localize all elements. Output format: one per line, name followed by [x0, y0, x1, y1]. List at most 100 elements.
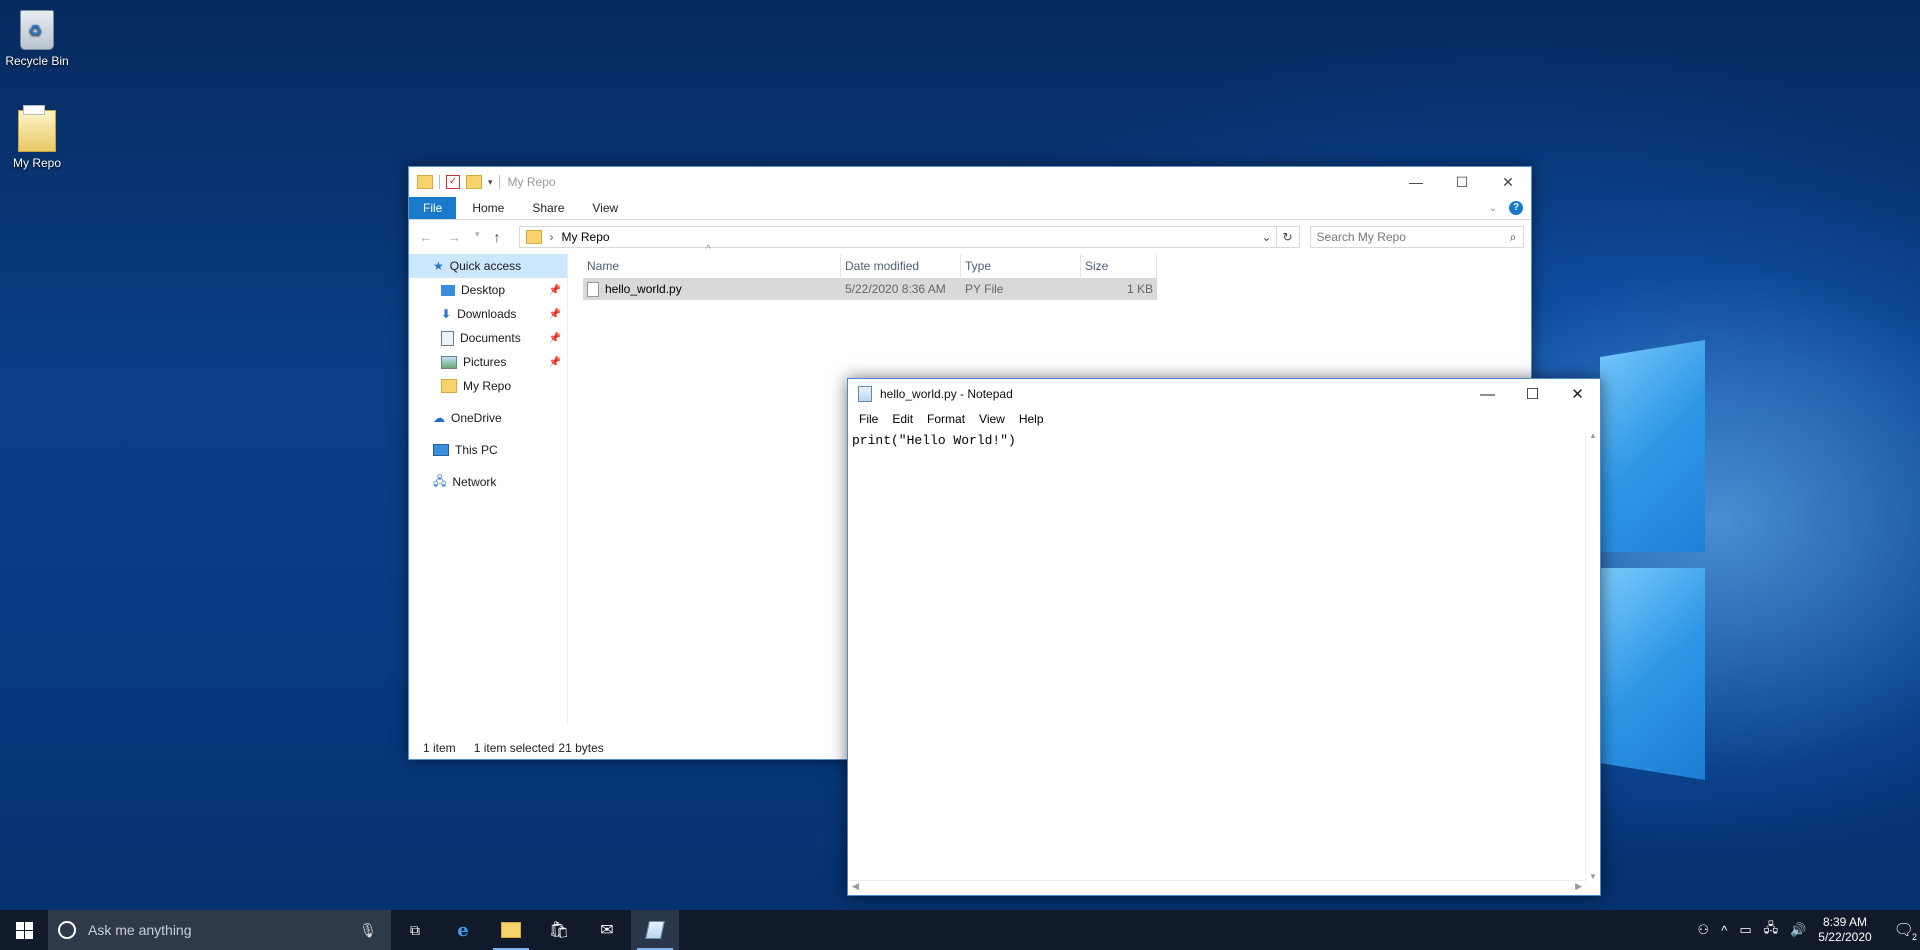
menu-format[interactable]: Format — [920, 412, 972, 426]
scroll-down-icon[interactable]: ▼ — [1586, 872, 1600, 881]
desktop-icon — [441, 284, 455, 296]
sidebar-item-desktop[interactable]: Desktop 📌 — [409, 278, 567, 302]
desktop-icon-my-repo[interactable]: My Repo — [0, 105, 77, 170]
expand-ribbon-icon[interactable]: ⌄ — [1489, 203, 1497, 214]
horizontal-scrollbar[interactable]: ◀ ▶ — [848, 880, 1586, 895]
search-icon[interactable]: ⌕ — [1510, 230, 1517, 245]
scroll-right-icon[interactable]: ▶ — [1575, 881, 1582, 895]
breadcrumb-separator-icon[interactable]: › — [550, 230, 554, 244]
up-arrow-icon[interactable]: ↑ — [494, 229, 501, 245]
sidebar-item-quick-access[interactable]: ★ Quick access — [409, 254, 567, 278]
network-icon[interactable]: 🖧 — [1764, 919, 1779, 941]
pin-icon[interactable]: 📌 — [549, 309, 561, 320]
properties-icon[interactable]: ✓ — [446, 175, 460, 189]
microphone-icon[interactable]: 🎙 — [359, 922, 377, 939]
sidebar-item-label: Desktop — [461, 283, 506, 297]
cortana-search-box[interactable]: Ask me anything 🎙 — [48, 910, 391, 950]
taskbar-edge[interactable]: e — [439, 910, 487, 950]
close-button[interactable]: ✕ — [1555, 379, 1600, 409]
maximize-button[interactable]: ☐ — [1510, 379, 1555, 409]
chevron-down-icon[interactable]: ⌄ — [1257, 230, 1275, 244]
sidebar-item-this-pc[interactable]: This PC — [409, 438, 567, 462]
taskbar-mail[interactable]: ✉ — [583, 910, 631, 950]
task-view-icon: ⧉ — [410, 921, 420, 938]
sidebar-item-downloads[interactable]: ⬇ Downloads 📌 — [409, 302, 567, 326]
item-count: 1 item — [423, 741, 456, 755]
close-button[interactable]: ✕ — [1485, 167, 1531, 197]
start-button[interactable] — [0, 910, 48, 950]
computer-icon — [433, 444, 449, 456]
table-row[interactable]: hello_world.py 5/22/2020 8:36 AM PY File… — [583, 278, 1157, 300]
pin-icon[interactable]: 📌 — [549, 357, 561, 368]
column-name[interactable]: Name — [583, 254, 841, 278]
column-date-modified[interactable]: Date modified — [841, 254, 961, 278]
scroll-up-icon[interactable]: ▲ — [1586, 431, 1600, 440]
action-center-button[interactable]: 🗨 2 — [1894, 920, 1917, 942]
quick-access-toolbar: ✓ ▾ — [409, 175, 500, 189]
pin-icon[interactable]: 📌 — [549, 333, 561, 344]
menu-edit[interactable]: Edit — [885, 412, 920, 426]
notepad-icon — [645, 921, 665, 939]
address-bar[interactable]: › My Repo ⌄ — [518, 226, 1277, 248]
cortana-icon — [58, 921, 76, 939]
scroll-left-icon[interactable]: ◀ — [852, 881, 859, 895]
taskbar-notepad[interactable] — [631, 910, 679, 950]
power-icon[interactable]: ▭ — [1739, 922, 1751, 938]
notepad-titlebar[interactable]: hello_world.py - Notepad — ☐ ✕ — [848, 379, 1600, 409]
clock-date: 5/22/2020 — [1818, 930, 1872, 944]
task-view-button[interactable]: ⧉ — [391, 910, 439, 950]
store-icon: 🛍 — [548, 922, 570, 939]
sidebar-item-network[interactable]: 🖧 Network — [409, 470, 567, 494]
tab-file[interactable]: File — [409, 197, 457, 219]
recent-locations-icon[interactable]: ▾ — [475, 229, 480, 245]
maximize-button[interactable]: ☐ — [1439, 167, 1485, 197]
menu-view[interactable]: View — [972, 412, 1012, 426]
help-icon[interactable]: ? — [1509, 201, 1523, 215]
sidebar-item-onedrive[interactable]: ☁ OneDrive — [409, 406, 567, 430]
volume-icon[interactable]: 🔊 — [1790, 922, 1806, 938]
forward-arrow-icon[interactable]: → — [447, 229, 461, 245]
folder-icon — [441, 379, 457, 393]
explorer-titlebar[interactable]: ✓ ▾ My Repo — ☐ ✕ — [409, 167, 1531, 197]
column-size[interactable]: Size — [1081, 254, 1157, 278]
text-editor[interactable]: print("Hello World!") — [850, 431, 1586, 881]
wallpaper-logo-pane — [1600, 340, 1705, 552]
sidebar-item-documents[interactable]: Documents 📌 — [409, 326, 567, 350]
sidebar-item-label: Pictures — [463, 355, 507, 369]
window-title: My Repo — [507, 175, 556, 189]
status-bar: 1 item 1 item selected 21 bytes — [423, 741, 604, 755]
tab-share[interactable]: Share — [518, 197, 578, 219]
recycle-bin-icon — [20, 10, 54, 50]
tab-home[interactable]: Home — [458, 197, 518, 219]
selection-size: 21 bytes — [558, 741, 604, 755]
cloud-icon: ☁ — [433, 411, 445, 425]
taskbar-file-explorer[interactable] — [487, 910, 535, 950]
tab-view[interactable]: View — [578, 197, 632, 219]
minimize-button[interactable]: — — [1393, 167, 1439, 197]
menu-file[interactable]: File — [852, 412, 885, 426]
network-icon: 🖧 — [433, 473, 447, 488]
customize-toolbar-icon[interactable]: ▾ — [488, 177, 493, 188]
desktop-icon-recycle-bin[interactable]: Recycle Bin — [0, 10, 77, 68]
new-folder-icon[interactable] — [466, 175, 482, 189]
people-icon[interactable]: ⚇ — [1698, 922, 1710, 938]
chevron-up-icon[interactable]: ^ — [1721, 923, 1727, 938]
column-type[interactable]: Type — [961, 254, 1081, 278]
file-icon — [587, 281, 599, 297]
desktop-icon-label: My Repo — [12, 156, 62, 170]
back-arrow-icon[interactable]: ← — [419, 229, 433, 245]
refresh-icon[interactable]: ↻ — [1276, 226, 1300, 248]
menu-help[interactable]: Help — [1012, 412, 1051, 426]
wallpaper-logo-pane — [1600, 568, 1705, 780]
minimize-button[interactable]: — — [1465, 379, 1510, 409]
notepad-icon — [858, 386, 872, 402]
sidebar-item-my-repo[interactable]: My Repo — [409, 374, 567, 398]
file-date: 5/22/2020 8:36 AM — [845, 282, 946, 296]
clock[interactable]: 8:39 AM 5/22/2020 — [1818, 915, 1871, 945]
taskbar-store[interactable]: 🛍 — [535, 910, 583, 950]
breadcrumb[interactable]: My Repo — [562, 230, 610, 244]
pin-icon[interactable]: 📌 — [549, 285, 561, 296]
vertical-scrollbar[interactable]: ▲ ▼ — [1585, 431, 1600, 881]
sidebar-item-pictures[interactable]: Pictures 📌 — [409, 350, 567, 374]
search-input[interactable]: Search My Repo ⌕ — [1309, 226, 1524, 248]
